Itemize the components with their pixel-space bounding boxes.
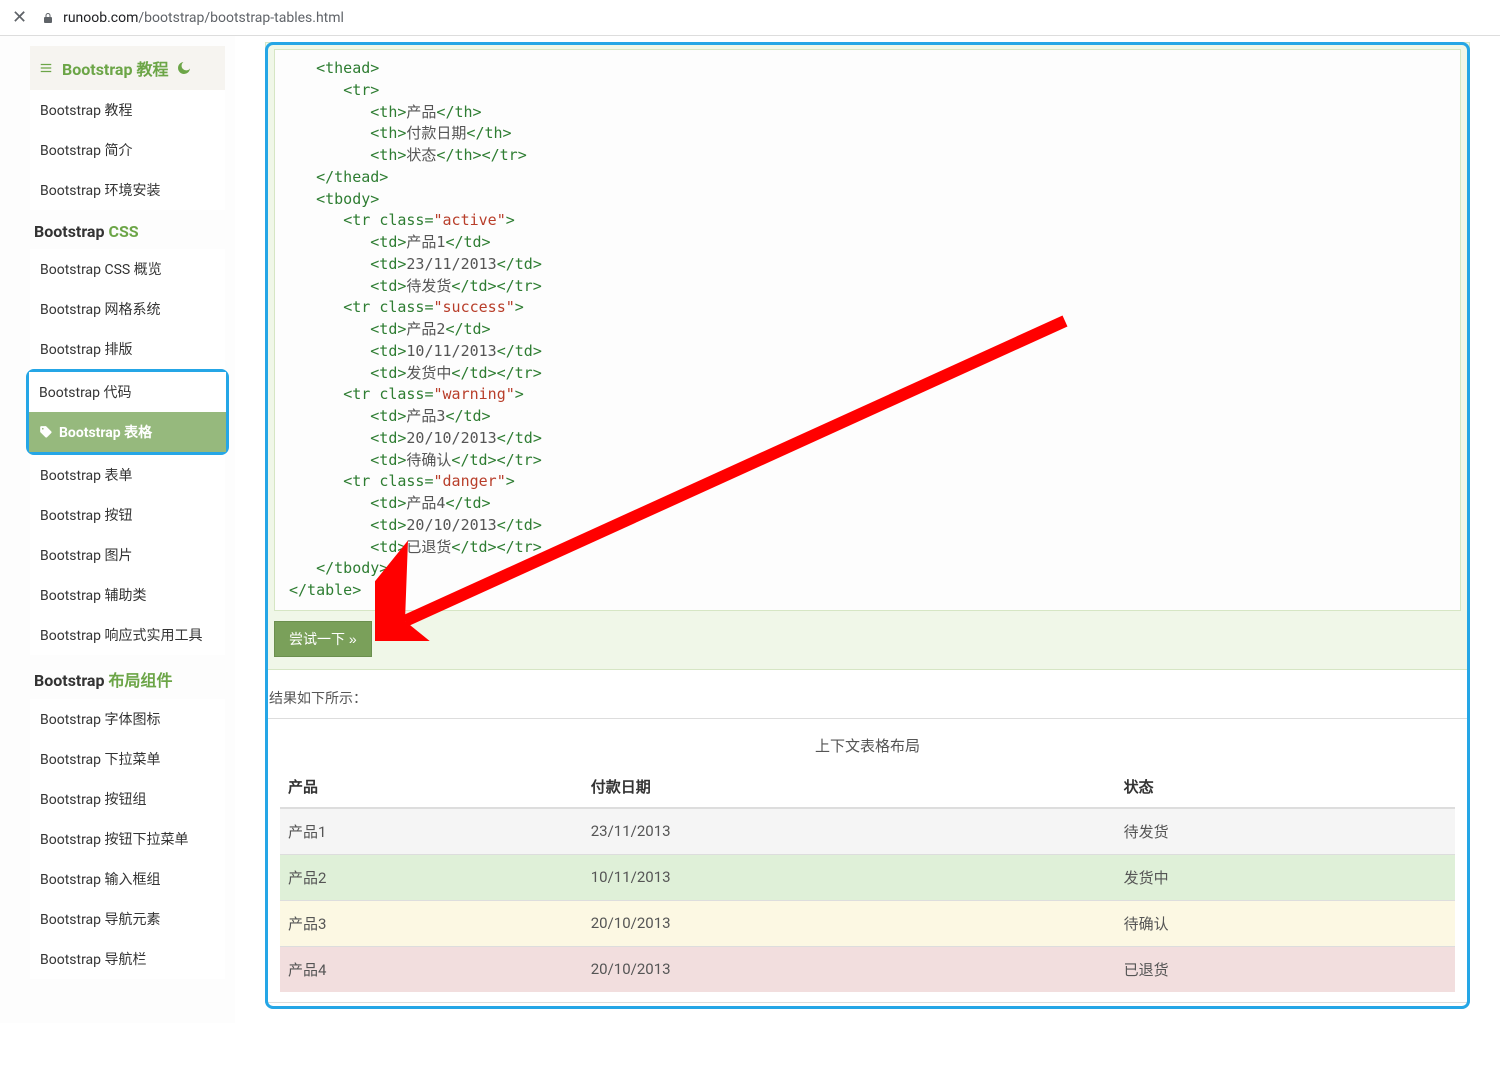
url-text[interactable]: runoob.com/bootstrap/bootstrap-tables.ht… bbox=[63, 10, 344, 26]
sidebar-item-label: Bootstrap 辅助类 bbox=[40, 588, 147, 604]
table-cell: 产品2 bbox=[280, 854, 583, 900]
table-cell: 待发货 bbox=[1116, 808, 1455, 855]
table-header-cell: 状态 bbox=[1116, 766, 1455, 808]
table-cell: 10/11/2013 bbox=[583, 854, 1116, 900]
result-label: 结果如下所示： bbox=[269, 688, 1470, 708]
sidebar-item[interactable]: Bootstrap 辅助类 bbox=[30, 575, 225, 615]
sidebar-item-label: Bootstrap 简介 bbox=[40, 143, 133, 159]
table-cell: 待确认 bbox=[1116, 900, 1455, 946]
sidebar-item[interactable]: Bootstrap 按钮下拉菜单 bbox=[30, 819, 225, 859]
sidebar-item-label: Bootstrap 按钮 bbox=[40, 508, 133, 524]
sidebar-item[interactable]: Bootstrap 排版 bbox=[30, 329, 225, 369]
table-cell: 23/11/2013 bbox=[583, 808, 1116, 855]
sidebar-item[interactable]: Bootstrap 按钮 bbox=[30, 495, 225, 535]
sidebar-item[interactable]: Bootstrap 环境安装 bbox=[30, 170, 225, 210]
sidebar-item[interactable]: Bootstrap 表格 bbox=[29, 412, 226, 452]
tag-icon bbox=[39, 425, 53, 439]
sidebar-item-label: Bootstrap 输入框组 bbox=[40, 872, 161, 888]
sidebar-item[interactable]: Bootstrap CSS 概览 bbox=[30, 249, 225, 289]
demo-table: 产品付款日期状态 产品123/11/2013待发货产品210/11/2013发货… bbox=[280, 766, 1455, 992]
sidebar-header[interactable]: Bootstrap 教程 bbox=[30, 46, 225, 90]
sidebar-item[interactable]: Bootstrap 教程 bbox=[30, 90, 225, 130]
table-cell: 20/10/2013 bbox=[583, 900, 1116, 946]
sidebar-item[interactable]: Bootstrap 下拉菜单 bbox=[30, 739, 225, 779]
table-cell: 产品1 bbox=[280, 808, 583, 855]
sidebar-section-title: Bootstrap CSS bbox=[30, 210, 225, 249]
table-row: 产品320/10/2013待确认 bbox=[280, 900, 1455, 946]
sidebar-item-label: Bootstrap 教程 bbox=[40, 103, 133, 119]
sidebar-item[interactable]: Bootstrap 响应式实用工具 bbox=[30, 615, 225, 655]
table-row: 产品123/11/2013待发货 bbox=[280, 808, 1455, 855]
result-table-box: 上下文表格布局 产品付款日期状态 产品123/11/2013待发货产品210/1… bbox=[265, 718, 1470, 1003]
sidebar-item[interactable]: Bootstrap 简介 bbox=[30, 130, 225, 170]
sidebar-item[interactable]: Bootstrap 表单 bbox=[30, 455, 225, 495]
sidebar-item[interactable]: Bootstrap 网格系统 bbox=[30, 289, 225, 329]
sidebar-header-label: Bootstrap 教程 bbox=[62, 56, 168, 80]
sidebar-item[interactable]: Bootstrap 导航元素 bbox=[30, 899, 225, 939]
annotation-highlight-sidebar: Bootstrap 代码 Bootstrap 表格 bbox=[26, 369, 229, 455]
sidebar-item-label: Bootstrap 代码 bbox=[39, 385, 132, 401]
main-content: <thead> <tr> <th>产品</th> <th>付款日期</th> <… bbox=[235, 36, 1500, 1023]
sidebar-item-label: Bootstrap 排版 bbox=[40, 342, 133, 358]
sidebar-item-label: Bootstrap 按钮组 bbox=[40, 792, 147, 808]
code-example-box: <thead> <tr> <th>产品</th> <th>付款日期</th> <… bbox=[265, 42, 1470, 670]
sidebar-section-title: Bootstrap 布局组件 bbox=[30, 655, 225, 699]
table-cell: 发货中 bbox=[1116, 854, 1455, 900]
sidebar-item-label: Bootstrap 环境安装 bbox=[40, 183, 161, 199]
browser-address-bar: ✕ runoob.com/bootstrap/bootstrap-tables.… bbox=[0, 0, 1500, 36]
sidebar-item-label: Bootstrap 图片 bbox=[40, 548, 133, 564]
table-cell: 产品4 bbox=[280, 946, 583, 992]
table-row: 产品210/11/2013发货中 bbox=[280, 854, 1455, 900]
lock-icon bbox=[41, 11, 55, 25]
sidebar-item[interactable]: Bootstrap 按钮组 bbox=[30, 779, 225, 819]
table-header-cell: 付款日期 bbox=[583, 766, 1116, 808]
sidebar-item-label: Bootstrap 导航元素 bbox=[40, 912, 161, 928]
sidebar-item[interactable]: Bootstrap 输入框组 bbox=[30, 859, 225, 899]
sidebar-item[interactable]: Bootstrap 代码 bbox=[29, 372, 226, 412]
sidebar-item[interactable]: Bootstrap 导航栏 bbox=[30, 939, 225, 979]
try-it-button[interactable]: 尝试一下 » bbox=[274, 621, 372, 657]
sidebar-item-label: Bootstrap 下拉菜单 bbox=[40, 752, 161, 768]
table-cell: 20/10/2013 bbox=[583, 946, 1116, 992]
sidebar-nav: Bootstrap 教程 Bootstrap 教程 Bootstrap 简介 Boo… bbox=[0, 36, 225, 1023]
table-row: 产品420/10/2013已退货 bbox=[280, 946, 1455, 992]
table-cell: 产品3 bbox=[280, 900, 583, 946]
menu-icon bbox=[38, 61, 54, 75]
close-icon[interactable]: ✕ bbox=[12, 7, 27, 28]
sidebar-item[interactable]: Bootstrap 字体图标 bbox=[30, 699, 225, 739]
sidebar-item-label: Bootstrap 导航栏 bbox=[40, 952, 147, 968]
sidebar-item-label: Bootstrap 字体图标 bbox=[40, 712, 161, 728]
sidebar-item[interactable]: Bootstrap 图片 bbox=[30, 535, 225, 575]
code-block: <thead> <tr> <th>产品</th> <th>付款日期</th> <… bbox=[274, 49, 1461, 611]
sidebar-item-label: Bootstrap 网格系统 bbox=[40, 302, 161, 318]
table-cell: 已退货 bbox=[1116, 946, 1455, 992]
sidebar-item-label: Bootstrap 表单 bbox=[40, 468, 133, 484]
moon-icon[interactable] bbox=[176, 60, 192, 76]
table-header-cell: 产品 bbox=[280, 766, 583, 808]
sidebar-item-label: Bootstrap 表格 bbox=[59, 425, 152, 441]
table-caption: 上下文表格布局 bbox=[280, 729, 1455, 766]
sidebar-item-label: Bootstrap 按钮下拉菜单 bbox=[40, 832, 189, 848]
sidebar-item-label: Bootstrap CSS 概览 bbox=[40, 262, 162, 278]
sidebar-item-label: Bootstrap 响应式实用工具 bbox=[40, 628, 203, 644]
